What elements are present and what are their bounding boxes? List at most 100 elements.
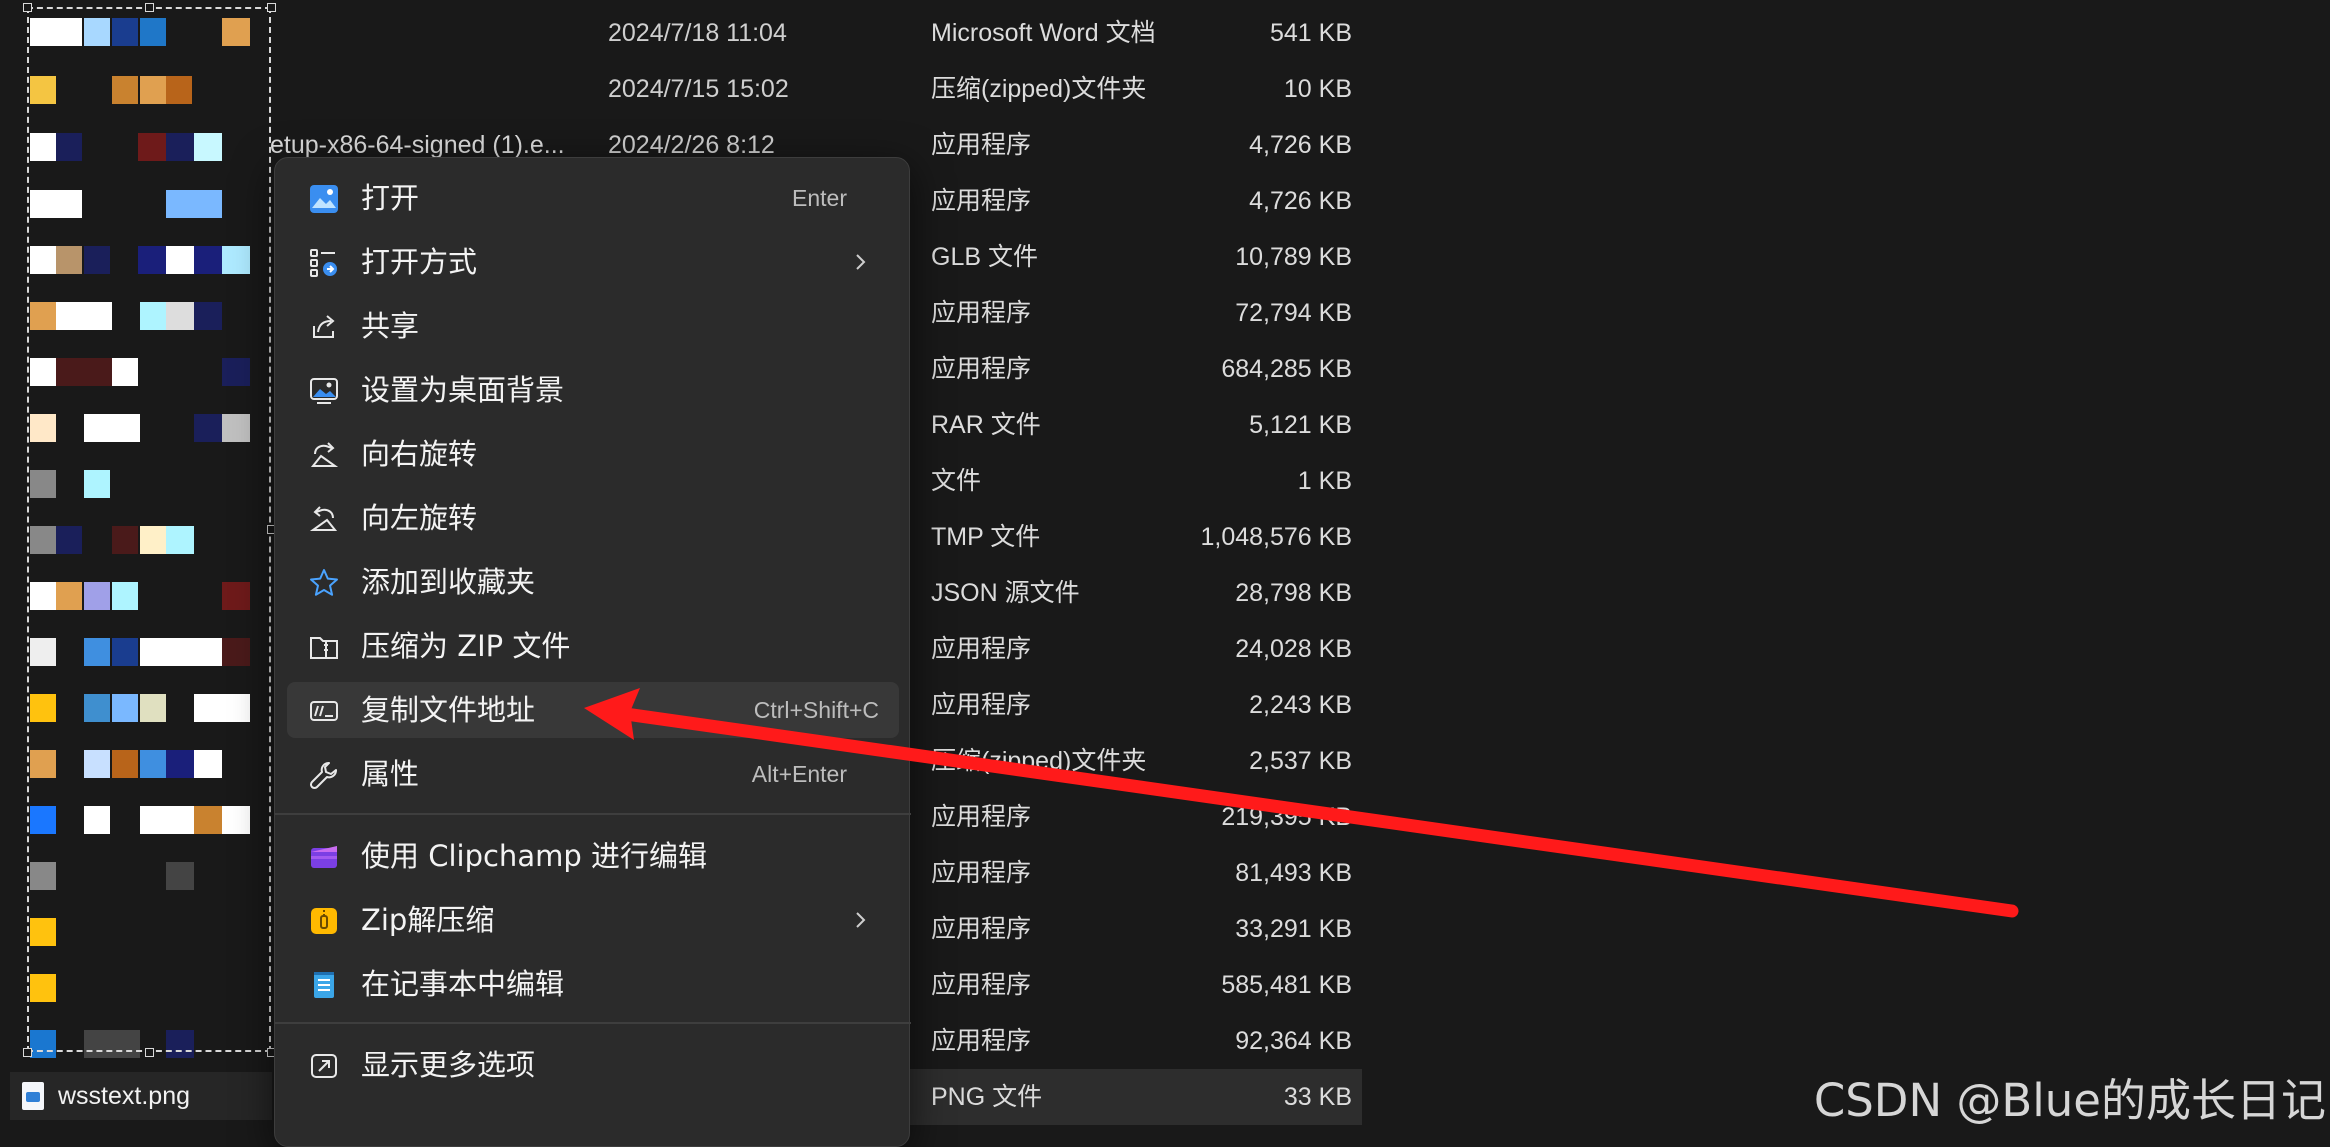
menu-item-label: 属性 (361, 757, 420, 791)
file-size: 219,395 KB (1221, 803, 1352, 831)
file-type: 压缩(zipped)文件夹 (931, 75, 1147, 103)
file-type: JSON 源文件 (931, 579, 1080, 607)
file-type: 文件 (931, 467, 982, 495)
star-icon (309, 568, 339, 598)
open-with-icon (309, 248, 339, 278)
file-size: 33,291 KB (1235, 915, 1352, 943)
menu-item-share[interactable]: 共享 (287, 298, 899, 354)
file-size: 33 KB (1283, 1083, 1352, 1111)
file-size: 2,537 KB (1249, 747, 1352, 775)
rotate-right-icon (309, 440, 339, 470)
chevron-right-icon (847, 249, 873, 275)
menu-item-label: 向左旋转 (361, 501, 478, 535)
file-type: 应用程序 (931, 355, 1032, 383)
selection-marquee[interactable] (27, 7, 271, 1052)
selected-file-name[interactable]: wsstext.png (10, 1072, 272, 1120)
menu-item-label: 添加到收藏夹 (361, 565, 536, 599)
menu-item-label: 设置为桌面背景 (361, 373, 565, 407)
file-size: 10,789 KB (1235, 243, 1352, 271)
file-type: RAR 文件 (931, 411, 1041, 439)
menu-separator (275, 1022, 911, 1024)
context-menu: 打开 Enter 打开方式 共享 设置为桌面背景 向右旋转 向左旋转 添加到收藏… (274, 157, 911, 1147)
file-name-label: wsstext.png (58, 1082, 191, 1110)
wrench-icon (309, 760, 339, 790)
menu-item-copy-path[interactable]: 复制文件地址 Ctrl+Shift+C (287, 682, 899, 738)
menu-item-open[interactable]: 打开 Enter (287, 170, 899, 226)
file-size: 1 KB (1297, 467, 1352, 495)
notepad-icon (309, 970, 339, 1000)
wallpaper-icon (309, 376, 339, 406)
rotate-left-icon (309, 504, 339, 534)
menu-item-edit-notepad[interactable]: 在记事本中编辑 (287, 956, 899, 1012)
file-type: 应用程序 (931, 915, 1032, 943)
copy-path-icon (309, 696, 339, 726)
menu-item-label: 使用 Clipchamp 进行编辑 (361, 839, 707, 873)
file-size: 5,121 KB (1249, 411, 1352, 439)
file-size: 2,243 KB (1249, 691, 1352, 719)
menu-item-open-with[interactable]: 打开方式 (287, 234, 899, 290)
file-type: 应用程序 (931, 803, 1032, 831)
chevron-right-icon (847, 907, 873, 933)
file-type: 应用程序 (931, 187, 1032, 215)
menu-item-rotate-left[interactable]: 向左旋转 (287, 490, 899, 546)
menu-shortcut: Alt+Enter (751, 761, 847, 787)
file-size: 4,726 KB (1249, 131, 1352, 159)
menu-item-label: 打开方式 (361, 245, 478, 279)
share-icon (309, 312, 339, 342)
zip-extract-icon (309, 906, 339, 936)
menu-item-clipchamp[interactable]: 使用 Clipchamp 进行编辑 (287, 828, 899, 884)
resize-handle[interactable] (23, 1048, 32, 1057)
file-type: 应用程序 (931, 859, 1032, 887)
open-image-icon (309, 184, 339, 214)
menu-item-label: Zip解压缩 (361, 903, 495, 937)
file-size: 10 KB (1283, 75, 1352, 103)
menu-item-properties[interactable]: 属性 Alt+Enter (287, 746, 899, 802)
menu-item-label: 共享 (361, 309, 420, 343)
menu-item-label: 在记事本中编辑 (361, 967, 565, 1001)
clipchamp-icon (309, 842, 339, 872)
resize-handle[interactable] (145, 3, 154, 12)
file-type: PNG 文件 (931, 1083, 1043, 1111)
menu-item-add-favorites[interactable]: 添加到收藏夹 (287, 554, 899, 610)
file-size: 541 KB (1269, 19, 1352, 47)
menu-item-label: 显示更多选项 (361, 1048, 536, 1082)
zip-folder-icon (309, 632, 339, 662)
file-type: 压缩(zipped)文件夹 (931, 747, 1147, 775)
menu-item-label: 复制文件地址 (361, 693, 536, 727)
file-size: 81,493 KB (1235, 859, 1352, 887)
menu-item-zip-extract[interactable]: Zip解压缩 (287, 892, 899, 948)
menu-item-compress-zip[interactable]: 压缩为 ZIP 文件 (287, 618, 899, 674)
file-type: 应用程序 (931, 691, 1032, 719)
menu-item-label: 向右旋转 (361, 437, 478, 471)
file-type: GLB 文件 (931, 243, 1038, 271)
menu-separator (275, 813, 911, 815)
file-size: 585,481 KB (1221, 971, 1352, 999)
menu-item-label: 压缩为 ZIP 文件 (361, 629, 571, 663)
file-type: TMP 文件 (931, 523, 1041, 551)
file-type: 应用程序 (931, 299, 1032, 327)
menu-shortcut: Enter (792, 185, 847, 211)
file-type: 应用程序 (931, 131, 1032, 159)
file-size: 92,364 KB (1235, 1027, 1352, 1055)
resize-handle[interactable] (23, 3, 32, 12)
file-type: 应用程序 (931, 1027, 1032, 1055)
resize-handle[interactable] (267, 3, 276, 12)
watermark: CSDN @Blue的成长日记 (1813, 1074, 2326, 1127)
file-size: 4,726 KB (1249, 187, 1352, 215)
file-type: 应用程序 (931, 635, 1032, 663)
file-size: 684,285 KB (1221, 355, 1352, 383)
file-type: 应用程序 (931, 971, 1032, 999)
menu-shortcut: Ctrl+Shift+C (753, 697, 879, 723)
resize-handle[interactable] (145, 1048, 154, 1057)
file-date: 2024/7/18 11:04 (608, 19, 787, 47)
png-file-icon (22, 1082, 44, 1110)
file-size: 24,028 KB (1235, 635, 1352, 663)
menu-item-more-options[interactable]: 显示更多选项 (287, 1037, 899, 1093)
file-size: 28,798 KB (1235, 579, 1352, 607)
file-type: Microsoft Word 文档 (931, 19, 1156, 47)
menu-item-rotate-right[interactable]: 向右旋转 (287, 426, 899, 482)
menu-item-label: 打开 (361, 181, 420, 215)
menu-item-set-wallpaper[interactable]: 设置为桌面背景 (287, 362, 899, 418)
thumbnail-column (0, 0, 276, 1058)
file-size: 1,048,576 KB (1200, 523, 1352, 551)
